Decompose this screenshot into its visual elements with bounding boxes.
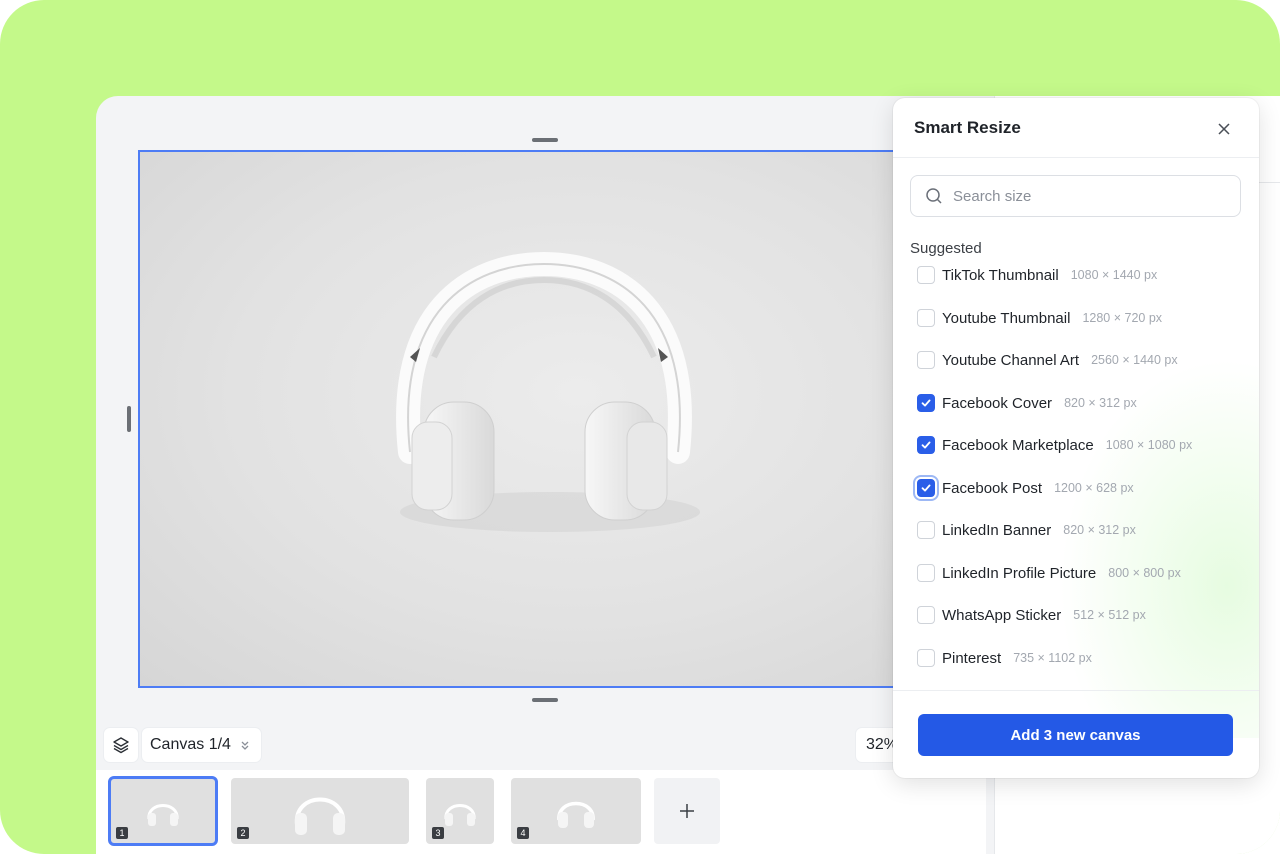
size-option-pinterest[interactable]: Pinterest 735 × 1102 px <box>917 643 1092 673</box>
panel-title: Smart Resize <box>914 118 1021 137</box>
size-option-dimensions: 820 × 312 px <box>1063 523 1136 537</box>
canvas-dropdown-label: Canvas 1/4 <box>150 736 231 753</box>
size-option-dimensions: 1280 × 720 px <box>1082 311 1163 325</box>
size-option-label: TikTok Thumbnail <box>942 266 1059 284</box>
size-option-label: Facebook Cover <box>942 394 1053 412</box>
canvas-image <box>140 152 936 686</box>
size-option-label: Youtube Thumbnail <box>942 309 1071 327</box>
size-option-label: WhatsApp Sticker <box>942 606 1062 624</box>
panel-header-divider <box>893 157 1259 158</box>
layers-icon <box>113 737 129 754</box>
plus-icon <box>680 804 694 818</box>
close-icon <box>1218 123 1230 135</box>
resize-handle-left[interactable] <box>127 406 131 432</box>
size-option-dimensions: 512 × 512 px <box>1073 608 1146 622</box>
canvas-dropdown[interactable]: Canvas 1/4 <box>142 728 261 762</box>
check-icon <box>921 484 931 492</box>
size-option-label: Facebook Post <box>942 479 1043 497</box>
smart-resize-panel: Smart Resize Suggested TikTok Thumbnail … <box>893 98 1259 778</box>
size-option-whatsapp-sticker[interactable]: WhatsApp Sticker 512 × 512 px <box>917 600 1146 630</box>
canvas-thumbnail[interactable]: 4 <box>511 778 641 844</box>
resize-handle-top[interactable] <box>532 138 558 142</box>
size-option-label: LinkedIn Banner <box>942 521 1052 539</box>
size-option-youtube-thumbnail[interactable]: Youtube Thumbnail 1280 × 720 px <box>917 303 1162 333</box>
size-option-dimensions: 800 × 800 px <box>1108 566 1181 580</box>
backdrop: insMind Canvas 1/4 32% 1 <box>0 0 1280 854</box>
size-option-dimensions: 1080 × 1440 px <box>1070 268 1158 282</box>
checkbox[interactable] <box>917 351 935 369</box>
canvas-selection[interactable]: insMind <box>138 150 938 688</box>
headphones-image <box>396 251 700 532</box>
canvas-thumbnail-strip: 1 2 3 4 <box>96 770 986 854</box>
checkbox-checked[interactable] <box>917 436 935 454</box>
thumbnail-number: 2 <box>237 827 249 839</box>
thumbnail-image <box>147 804 179 826</box>
add-canvas-button[interactable] <box>654 778 720 844</box>
size-option-dimensions: 1080 × 1080 px <box>1105 438 1193 452</box>
size-option-label: Facebook Marketplace <box>942 436 1094 454</box>
checkbox-checked[interactable] <box>917 394 935 412</box>
checkbox-checked[interactable] <box>917 479 935 497</box>
thumbnail-number: 1 <box>116 827 128 839</box>
size-option-linkedin-profile-picture[interactable]: LinkedIn Profile Picture 800 × 800 px <box>917 558 1181 588</box>
search-input[interactable] <box>951 186 1215 206</box>
canvas-thumbnail[interactable]: 1 <box>108 776 218 846</box>
size-option-dimensions: 735 × 1102 px <box>1013 651 1092 665</box>
checkbox[interactable] <box>917 521 935 539</box>
size-option-facebook-cover[interactable]: Facebook Cover 820 × 312 px <box>917 388 1137 418</box>
thumbnail-image <box>557 801 595 828</box>
chevron-double-down-icon <box>241 741 249 750</box>
search-field[interactable] <box>910 175 1241 217</box>
size-option-label: Youtube Channel Art <box>942 351 1080 369</box>
checkbox[interactable] <box>917 606 935 624</box>
size-option-youtube-channel-art[interactable]: Youtube Channel Art 2560 × 1440 px <box>917 345 1178 375</box>
thumbnail-image <box>294 797 346 835</box>
canvas-thumbnail[interactable]: 2 <box>231 778 409 844</box>
size-option-label: Pinterest <box>942 649 1002 667</box>
layers-button[interactable] <box>104 728 138 762</box>
thumbnail-number: 3 <box>432 827 444 839</box>
thumbnail-number: 4 <box>517 827 529 839</box>
panel-footer-divider <box>893 690 1259 691</box>
check-icon <box>921 441 931 449</box>
checkbox[interactable] <box>917 266 935 284</box>
size-option-linkedin-banner[interactable]: LinkedIn Banner 820 × 312 px <box>917 515 1136 545</box>
checkbox[interactable] <box>917 649 935 667</box>
thumbnail-image <box>444 804 476 826</box>
size-option-facebook-post[interactable]: Facebook Post 1200 × 628 px <box>917 473 1134 503</box>
size-option-dimensions: 1200 × 628 px <box>1054 481 1134 495</box>
section-label: Suggested <box>910 240 982 257</box>
check-icon <box>921 399 931 407</box>
add-new-canvas-button[interactable]: Add 3 new canvas <box>918 714 1233 756</box>
size-option-facebook-marketplace[interactable]: Facebook Marketplace 1080 × 1080 px <box>917 430 1192 460</box>
checkbox[interactable] <box>917 564 935 582</box>
size-option-tiktok-thumbnail[interactable]: TikTok Thumbnail 1080 × 1440 px <box>917 260 1157 290</box>
resize-handle-bottom[interactable] <box>532 698 558 702</box>
size-option-dimensions: 2560 × 1440 px <box>1091 353 1178 367</box>
size-option-label: LinkedIn Profile Picture <box>942 564 1097 582</box>
checkbox[interactable] <box>917 309 935 327</box>
canvas-thumbnail[interactable]: 3 <box>426 778 494 844</box>
search-icon <box>926 188 942 204</box>
size-option-dimensions: 820 × 312 px <box>1064 396 1137 410</box>
close-button[interactable] <box>1211 116 1237 142</box>
